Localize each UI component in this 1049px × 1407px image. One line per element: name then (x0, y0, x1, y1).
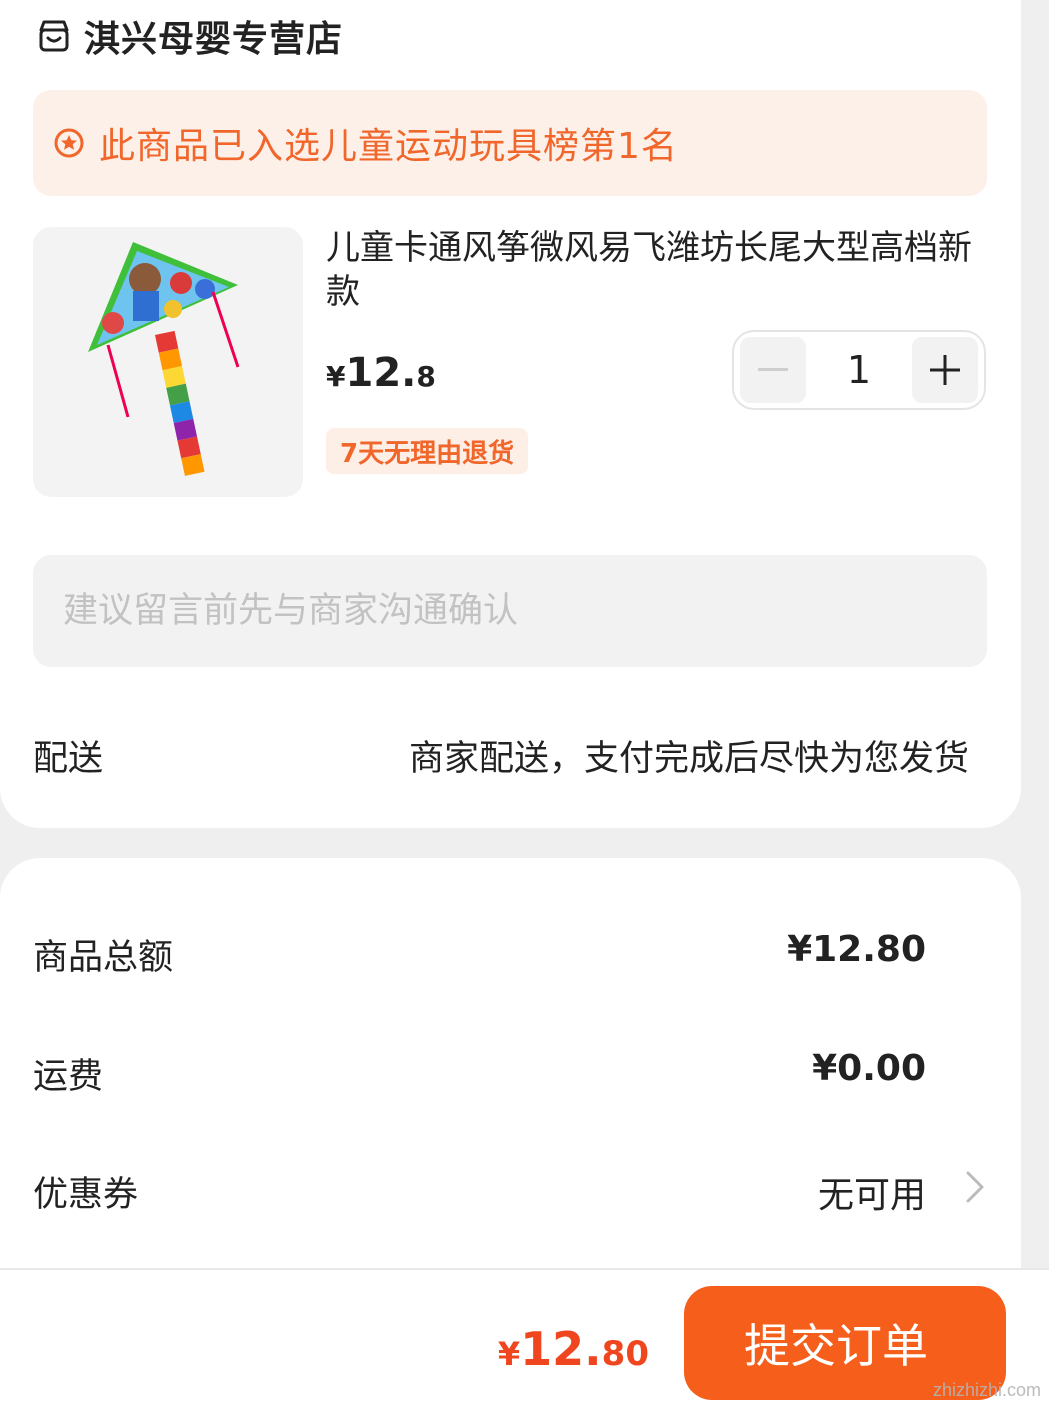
product-title[interactable]: 儿童卡通风筝微风易飞潍坊长尾大型高档新款 (326, 226, 986, 314)
award-icon (54, 128, 84, 158)
coupon-value[interactable]: 无可用 (818, 1166, 926, 1218)
goods-total-label: 商品总额 (33, 938, 174, 978)
quantity-value[interactable]: 1 (847, 348, 871, 392)
store-icon (39, 20, 69, 52)
kite-image (88, 242, 240, 476)
price-integer: 12. (345, 350, 417, 396)
delivery-value: 商家配送，支付完成后尽快为您发货 (408, 739, 969, 779)
product-image[interactable] (33, 227, 303, 497)
goods-total-value: ¥12.80 (787, 929, 926, 970)
buyer-note-input[interactable] (33, 555, 987, 667)
total-currency: ¥ (497, 1335, 521, 1373)
coupon-label[interactable]: 优惠券 (33, 1166, 138, 1217)
increase-button[interactable] (912, 337, 978, 403)
shop-header[interactable]: 淇兴母婴专营店 (36, 12, 343, 60)
watermark: zhizhizhi.com (932, 1380, 1041, 1400)
product-price: ¥12.8 (326, 350, 436, 396)
shipping-value: ¥0.00 (812, 1048, 926, 1089)
price-currency: ¥ (326, 360, 346, 393)
rank-text: 此商品已入选儿童运动玩具榜第1名 (99, 126, 678, 167)
total-integer: 12. (520, 1322, 602, 1376)
total-decimal: 80 (601, 1334, 649, 1374)
total-price: ¥12.80 (498, 1322, 649, 1376)
quantity-stepper: 1 (732, 330, 986, 410)
rank-banner: 此商品已入选儿童运动玩具榜第1名 (33, 90, 987, 196)
decrease-button[interactable] (740, 337, 806, 403)
return-policy-badge: 7天无理由退货 (326, 428, 529, 474)
plus-icon (930, 355, 960, 385)
shipping-label: 运费 (33, 1057, 104, 1097)
price-decimal: 8 (416, 360, 436, 393)
shop-name: 淇兴母婴专营店 (84, 19, 344, 60)
chevron-right-icon[interactable] (963, 1168, 987, 1206)
minus-icon (758, 368, 788, 371)
delivery-label: 配送 (33, 739, 104, 779)
